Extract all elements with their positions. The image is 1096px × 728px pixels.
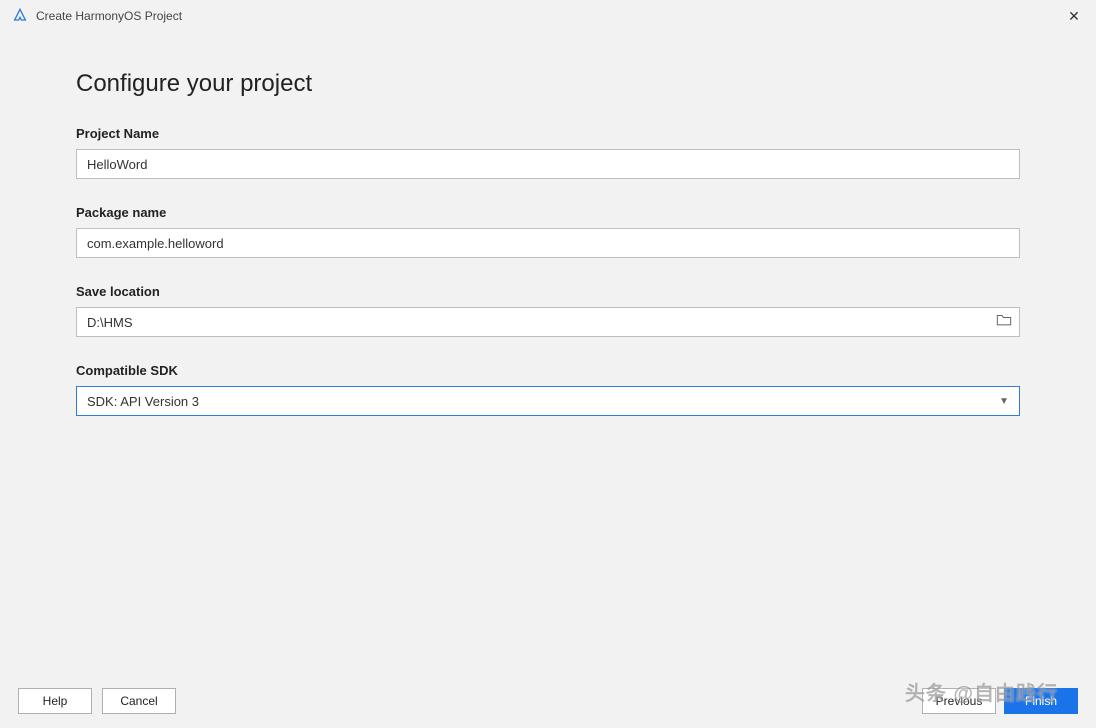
compatible-sdk-group: Compatible SDK SDK: API Version 3 ▼ (76, 363, 1020, 416)
titlebar: Create HarmonyOS Project ✕ (0, 0, 1096, 32)
finish-button[interactable]: Finish (1004, 688, 1078, 714)
save-location-group: Save location (76, 284, 1020, 337)
project-name-group: Project Name (76, 126, 1020, 179)
chevron-down-icon: ▼ (999, 396, 1009, 407)
page-heading: Configure your project (76, 70, 1020, 98)
save-location-wrapper (76, 307, 1020, 337)
help-button[interactable]: Help (18, 688, 92, 714)
footer-right: Previous Finish (922, 688, 1078, 714)
compatible-sdk-label: Compatible SDK (76, 363, 1020, 378)
sdk-selected-value: SDK: API Version 3 (87, 394, 199, 409)
footer: Help Cancel Previous Finish (0, 674, 1096, 728)
package-name-group: Package name (76, 205, 1020, 258)
close-icon[interactable]: ✕ (1064, 8, 1084, 25)
window-title: Create HarmonyOS Project (36, 9, 182, 23)
save-location-input[interactable] (76, 307, 1020, 337)
app-logo-icon (12, 8, 28, 24)
cancel-button[interactable]: Cancel (102, 688, 176, 714)
content: Configure your project Project Name Pack… (0, 32, 1096, 416)
compatible-sdk-select[interactable]: SDK: API Version 3 ▼ (76, 386, 1020, 416)
package-name-label: Package name (76, 205, 1020, 220)
project-name-label: Project Name (76, 126, 1020, 141)
save-location-label: Save location (76, 284, 1020, 299)
previous-button[interactable]: Previous (922, 688, 996, 714)
project-name-input[interactable] (76, 149, 1020, 179)
package-name-input[interactable] (76, 228, 1020, 258)
sdk-select-wrapper: SDK: API Version 3 ▼ (76, 386, 1020, 416)
